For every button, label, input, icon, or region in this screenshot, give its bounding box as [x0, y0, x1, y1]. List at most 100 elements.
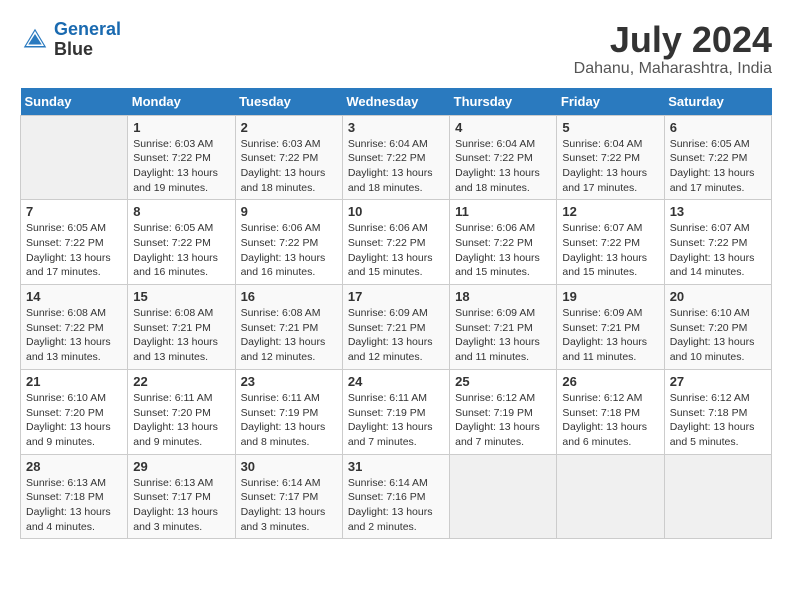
day-info: Sunrise: 6:12 AMSunset: 7:18 PMDaylight:… [562, 391, 658, 450]
day-info: Sunrise: 6:11 AMSunset: 7:19 PMDaylight:… [241, 391, 337, 450]
day-number: 7 [26, 204, 122, 219]
calendar-cell [21, 115, 128, 200]
week-row-3: 14 Sunrise: 6:08 AMSunset: 7:22 PMDayligh… [21, 285, 772, 370]
calendar-cell: 14 Sunrise: 6:08 AMSunset: 7:22 PMDayligh… [21, 285, 128, 370]
calendar-cell [450, 454, 557, 539]
day-info: Sunrise: 6:10 AMSunset: 7:20 PMDaylight:… [670, 306, 766, 365]
day-info: Sunrise: 6:08 AMSunset: 7:21 PMDaylight:… [241, 306, 337, 365]
calendar-cell: 16Sunrise: 6:08 AMSunset: 7:21 PMDayligh… [235, 285, 342, 370]
week-row-5: 28Sunrise: 6:13 AMSunset: 7:18 PMDayligh… [21, 454, 772, 539]
week-row-2: 7 Sunrise: 6:05 AMSunset: 7:22 PMDaylight… [21, 200, 772, 285]
day-info: Sunrise: 6:14 AMSunset: 7:17 PMDaylight:… [241, 476, 337, 535]
calendar-cell: 26 Sunrise: 6:12 AMSunset: 7:18 PMDayligh… [557, 369, 664, 454]
calendar-cell: 4Sunrise: 6:04 AMSunset: 7:22 PMDaylight… [450, 115, 557, 200]
day-number: 15 [133, 289, 229, 304]
weekday-header-monday: Monday [128, 88, 235, 116]
day-number: 29 [133, 459, 229, 474]
calendar-cell: 5 Sunrise: 6:04 AMSunset: 7:22 PMDaylight… [557, 115, 664, 200]
day-number: 25 [455, 374, 551, 389]
day-info: Sunrise: 6:12 AMSunset: 7:18 PMDaylight:… [670, 391, 766, 450]
logo-icon [20, 25, 50, 55]
day-info: Sunrise: 6:06 AMSunset: 7:22 PMDaylight:… [455, 221, 551, 280]
day-number: 6 [670, 120, 766, 135]
day-number: 2 [241, 120, 337, 135]
calendar-cell: 6 Sunrise: 6:05 AMSunset: 7:22 PMDaylight… [664, 115, 771, 200]
day-info: Sunrise: 6:03 AMSunset: 7:22 PMDaylight:… [241, 137, 337, 196]
weekday-header-row: SundayMondayTuesdayWednesdayThursdayFrid… [21, 88, 772, 116]
calendar-cell: 20 Sunrise: 6:10 AMSunset: 7:20 PMDayligh… [664, 285, 771, 370]
day-number: 26 [562, 374, 658, 389]
day-number: 3 [348, 120, 444, 135]
day-number: 24 [348, 374, 444, 389]
calendar-cell: 11 Sunrise: 6:06 AMSunset: 7:22 PMDayligh… [450, 200, 557, 285]
calendar-cell: 15Sunrise: 6:08 AMSunset: 7:21 PMDayligh… [128, 285, 235, 370]
calendar-cell: 30Sunrise: 6:14 AMSunset: 7:17 PMDayligh… [235, 454, 342, 539]
calendar-cell: 27 Sunrise: 6:12 AMSunset: 7:18 PMDayligh… [664, 369, 771, 454]
day-number: 23 [241, 374, 337, 389]
calendar-cell: 18 Sunrise: 6:09 AMSunset: 7:21 PMDayligh… [450, 285, 557, 370]
weekday-header-thursday: Thursday [450, 88, 557, 116]
week-row-4: 21 Sunrise: 6:10 AMSunset: 7:20 PMDayligh… [21, 369, 772, 454]
calendar-cell: 21 Sunrise: 6:10 AMSunset: 7:20 PMDayligh… [21, 369, 128, 454]
day-number: 20 [670, 289, 766, 304]
calendar-cell: 10Sunrise: 6:06 AMSunset: 7:22 PMDayligh… [342, 200, 449, 285]
calendar-cell: 8 Sunrise: 6:05 AMSunset: 7:22 PMDaylight… [128, 200, 235, 285]
day-info: Sunrise: 6:09 AMSunset: 7:21 PMDaylight:… [455, 306, 551, 365]
day-number: 10 [348, 204, 444, 219]
day-info: Sunrise: 6:04 AMSunset: 7:22 PMDaylight:… [348, 137, 444, 196]
calendar-cell: 19Sunrise: 6:09 AMSunset: 7:21 PMDayligh… [557, 285, 664, 370]
calendar-cell: 9 Sunrise: 6:06 AMSunset: 7:22 PMDaylight… [235, 200, 342, 285]
calendar-cell [557, 454, 664, 539]
day-number: 19 [562, 289, 658, 304]
calendar-cell: 25 Sunrise: 6:12 AMSunset: 7:19 PMDayligh… [450, 369, 557, 454]
calendar-cell: 7 Sunrise: 6:05 AMSunset: 7:22 PMDaylight… [21, 200, 128, 285]
day-info: Sunrise: 6:11 AMSunset: 7:19 PMDaylight:… [348, 391, 444, 450]
day-number: 13 [670, 204, 766, 219]
day-number: 14 [26, 289, 122, 304]
day-number: 18 [455, 289, 551, 304]
calendar-cell: 29 Sunrise: 6:13 AMSunset: 7:17 PMDayligh… [128, 454, 235, 539]
weekday-header-saturday: Saturday [664, 88, 771, 116]
day-info: Sunrise: 6:13 AMSunset: 7:17 PMDaylight:… [133, 476, 229, 535]
day-info: Sunrise: 6:08 AMSunset: 7:22 PMDaylight:… [26, 306, 122, 365]
day-info: Sunrise: 6:10 AMSunset: 7:20 PMDaylight:… [26, 391, 122, 450]
calendar-cell: 23 Sunrise: 6:11 AMSunset: 7:19 PMDayligh… [235, 369, 342, 454]
day-info: Sunrise: 6:12 AMSunset: 7:19 PMDaylight:… [455, 391, 551, 450]
day-info: Sunrise: 6:07 AMSunset: 7:22 PMDaylight:… [670, 221, 766, 280]
week-row-1: 1Sunrise: 6:03 AMSunset: 7:22 PMDaylight… [21, 115, 772, 200]
day-info: Sunrise: 6:04 AMSunset: 7:22 PMDaylight:… [455, 137, 551, 196]
day-number: 11 [455, 204, 551, 219]
calendar-table: SundayMondayTuesdayWednesdayThursdayFrid… [20, 88, 772, 540]
day-number: 9 [241, 204, 337, 219]
day-number: 22 [133, 374, 229, 389]
day-number: 21 [26, 374, 122, 389]
location-title: Dahanu, Maharashtra, India [574, 60, 772, 78]
day-number: 12 [562, 204, 658, 219]
day-info: Sunrise: 6:06 AMSunset: 7:22 PMDaylight:… [241, 221, 337, 280]
day-info: Sunrise: 6:11 AMSunset: 7:20 PMDaylight:… [133, 391, 229, 450]
day-info: Sunrise: 6:05 AMSunset: 7:22 PMDaylight:… [670, 137, 766, 196]
weekday-header-tuesday: Tuesday [235, 88, 342, 116]
day-info: Sunrise: 6:04 AMSunset: 7:22 PMDaylight:… [562, 137, 658, 196]
calendar-cell: 1Sunrise: 6:03 AMSunset: 7:22 PMDaylight… [128, 115, 235, 200]
day-info: Sunrise: 6:05 AMSunset: 7:22 PMDaylight:… [26, 221, 122, 280]
calendar-cell: 17Sunrise: 6:09 AMSunset: 7:21 PMDayligh… [342, 285, 449, 370]
calendar-cell: 2 Sunrise: 6:03 AMSunset: 7:22 PMDaylight… [235, 115, 342, 200]
day-number: 8 [133, 204, 229, 219]
calendar-cell: 31Sunrise: 6:14 AMSunset: 7:16 PMDayligh… [342, 454, 449, 539]
weekday-header-friday: Friday [557, 88, 664, 116]
day-info: Sunrise: 6:13 AMSunset: 7:18 PMDaylight:… [26, 476, 122, 535]
month-title: July 2024 [574, 20, 772, 60]
logo-text: General Blue [54, 20, 121, 60]
day-number: 17 [348, 289, 444, 304]
title-block: July 2024 Dahanu, Maharashtra, India [574, 20, 772, 78]
day-info: Sunrise: 6:07 AMSunset: 7:22 PMDaylight:… [562, 221, 658, 280]
weekday-header-sunday: Sunday [21, 88, 128, 116]
calendar-cell: 3 Sunrise: 6:04 AMSunset: 7:22 PMDaylight… [342, 115, 449, 200]
day-number: 5 [562, 120, 658, 135]
day-info: Sunrise: 6:03 AMSunset: 7:22 PMDaylight:… [133, 137, 229, 196]
day-number: 27 [670, 374, 766, 389]
day-number: 31 [348, 459, 444, 474]
logo: General Blue [20, 20, 121, 60]
day-info: Sunrise: 6:05 AMSunset: 7:22 PMDaylight:… [133, 221, 229, 280]
